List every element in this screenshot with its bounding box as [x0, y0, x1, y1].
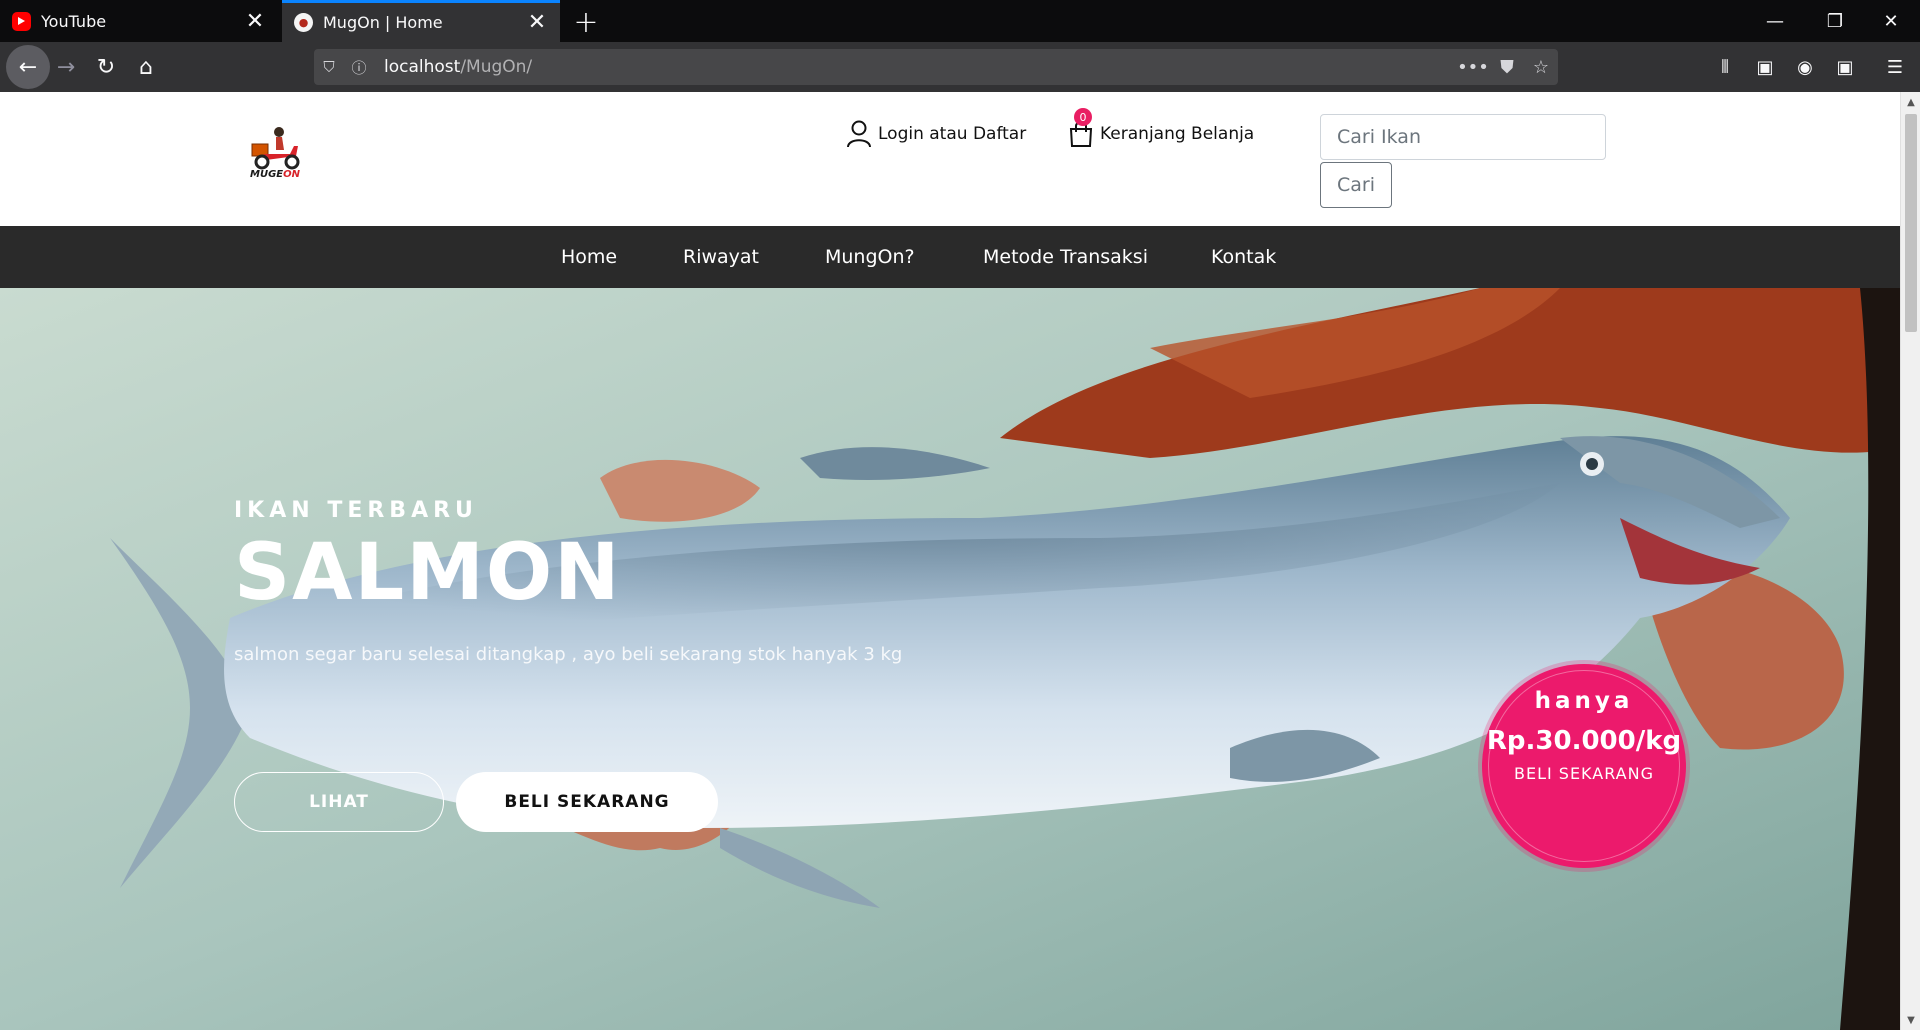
- menu-item-kontak[interactable]: Kontak: [1211, 226, 1276, 288]
- menu-hamburger-icon[interactable]: ☰: [1878, 50, 1912, 84]
- tracking-shield-icon[interactable]: ⛉: [314, 58, 344, 76]
- url-path: /MugOn/: [460, 57, 533, 77]
- price-badge[interactable]: hanya Rp.30.000/kg BELI SEKARANG: [1482, 664, 1686, 868]
- hero-description: salmon segar baru selesai ditangkap , ay…: [234, 644, 903, 665]
- restore-icon[interactable]: ❐: [1806, 0, 1864, 42]
- logo-wordmark: MUGEON: [246, 169, 304, 180]
- url-host: localhost: [384, 57, 461, 77]
- page-viewport: MUGEON Login atau Daftar Keranjang Belan…: [0, 92, 1900, 1030]
- tab-title: MugOn | Home: [323, 13, 443, 32]
- cart-label: Keranjang Belanja: [1100, 124, 1255, 144]
- bookmark-star-icon[interactable]: ☆: [1524, 57, 1558, 78]
- sidebar-icon[interactable]: ▣: [1748, 50, 1782, 84]
- reload-icon[interactable]: ↻: [88, 49, 124, 85]
- login-label: Login atau Daftar: [878, 124, 1027, 144]
- window-close-icon[interactable]: ✕: [1862, 0, 1920, 42]
- scroll-down-icon[interactable]: ▼: [1901, 1010, 1920, 1030]
- view-button[interactable]: LIHAT: [234, 772, 444, 832]
- scrollbar-thumb[interactable]: [1905, 114, 1917, 332]
- site-header: MUGEON Login atau Daftar Keranjang Belan…: [0, 92, 1900, 226]
- minimize-icon[interactable]: —: [1746, 0, 1804, 42]
- badge-price: Rp.30.000/kg: [1486, 726, 1682, 756]
- hero-caption: IKAN TERBARU SALMON salmon segar baru se…: [234, 498, 934, 673]
- page-actions-icon[interactable]: •••: [1456, 57, 1490, 78]
- tab-strip: YouTube ✕ ● MugOn | Home ✕ + — ❐ ✕: [0, 0, 1920, 42]
- account-icon[interactable]: ◉: [1788, 50, 1822, 84]
- cart-link[interactable]: Keranjang Belanja: [1068, 120, 1254, 148]
- tab-mugon[interactable]: ● MugOn | Home ✕: [282, 0, 560, 42]
- logo-text-main: MUGE: [250, 169, 284, 180]
- new-tab-icon[interactable]: +: [568, 4, 604, 40]
- tab-title: YouTube: [41, 11, 107, 31]
- address-bar[interactable]: ⛉ ⓘ localhost/MugOn/ ••• ⛊ ☆: [314, 49, 1558, 85]
- menu-item-metode-transaksi[interactable]: Metode Transaksi: [983, 226, 1148, 288]
- mugon-favicon-icon: ●: [294, 13, 313, 32]
- login-link[interactable]: Login atau Daftar: [846, 120, 1026, 148]
- hero-title: SALMON: [234, 528, 622, 618]
- home-icon[interactable]: ⌂: [128, 49, 164, 85]
- cart-count-badge: 0: [1074, 108, 1092, 126]
- youtube-icon: [12, 11, 31, 31]
- badge-cta: BELI SEKARANG: [1513, 764, 1654, 783]
- scooter-logo-icon: [251, 127, 300, 170]
- logo-text-accent: ON: [283, 169, 300, 180]
- forward-icon[interactable]: →: [48, 49, 84, 85]
- menu-item-home[interactable]: Home: [561, 226, 617, 288]
- buy-now-button[interactable]: BELI SEKARANG: [456, 772, 718, 832]
- pocket-icon[interactable]: ⛊: [1490, 57, 1524, 78]
- url-text[interactable]: localhost/MugOn/: [384, 57, 1456, 77]
- user-icon: [847, 120, 871, 148]
- site-info-icon[interactable]: ⓘ: [344, 57, 374, 78]
- site-logo[interactable]: MUGEON: [246, 124, 304, 186]
- search-button[interactable]: Cari: [1320, 162, 1392, 208]
- page-scrollbar[interactable]: ▲ ▼: [1900, 92, 1920, 1030]
- close-tab-icon[interactable]: ✕: [240, 6, 270, 36]
- hero-kicker: IKAN TERBARU: [234, 498, 478, 523]
- browser-window: YouTube ✕ ● MugOn | Home ✕ + — ❐ ✕ ← → ↻…: [0, 0, 1920, 1030]
- tab-youtube[interactable]: YouTube ✕: [0, 0, 278, 42]
- extension-icon[interactable]: ▣: [1828, 50, 1862, 84]
- library-icon[interactable]: ⫴: [1708, 50, 1742, 84]
- badge-kicker: hanya: [1534, 688, 1634, 714]
- close-tab-icon[interactable]: ✕: [522, 8, 552, 38]
- menu-item-mungon[interactable]: MungOn?: [825, 226, 915, 288]
- scroll-up-icon[interactable]: ▲: [1901, 92, 1920, 112]
- back-icon[interactable]: ←: [6, 45, 50, 89]
- navigation-toolbar: ← → ↻ ⌂ ⛉ ⓘ localhost/MugOn/ ••• ⛊ ☆ ⫴ ▣…: [0, 42, 1920, 92]
- hero-banner: IKAN TERBARU SALMON salmon segar baru se…: [0, 288, 1900, 1030]
- search-input[interactable]: [1320, 114, 1606, 160]
- menu-item-riwayat[interactable]: Riwayat: [683, 226, 759, 288]
- main-menu: Home Riwayat MungOn? Metode Transaksi Ko…: [0, 226, 1900, 288]
